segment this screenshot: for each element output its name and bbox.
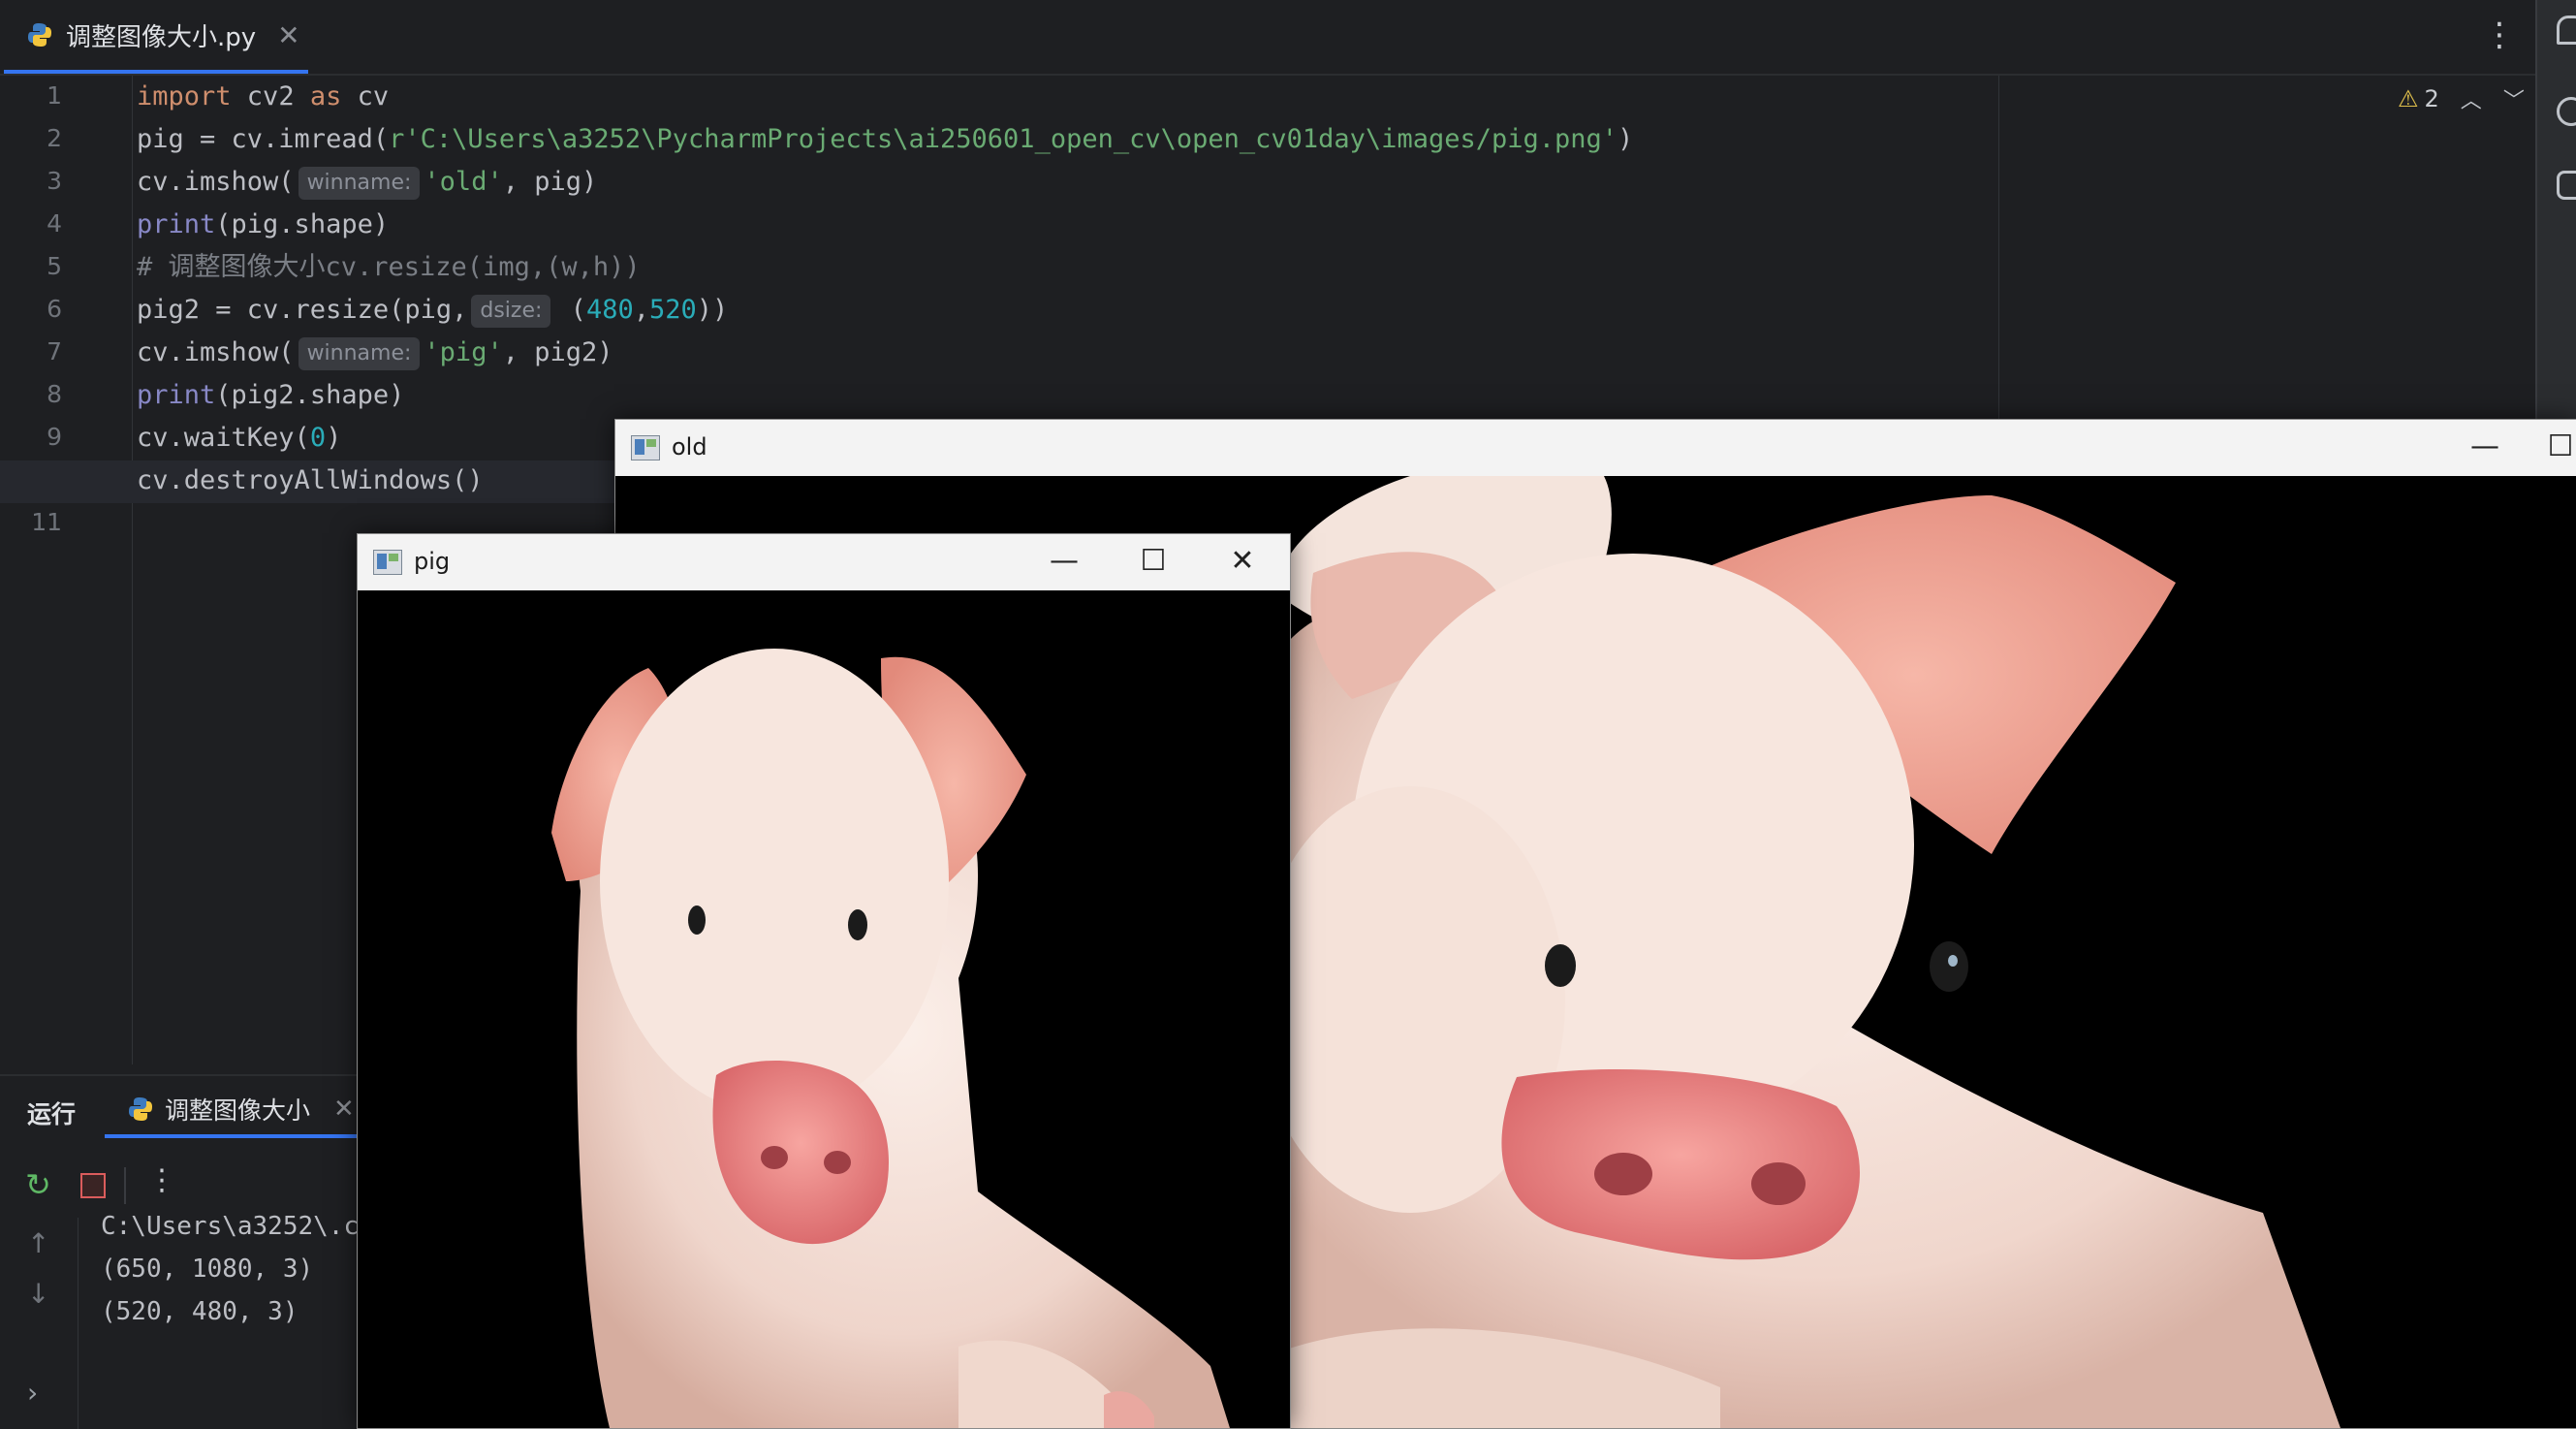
code-line: pig = cv.imread(r'C:\Users\a3252\Pycharm… (137, 124, 1634, 154)
run-toolbar: ↻ ⋮ (0, 1158, 368, 1212)
warning-icon: ⚠ (2398, 85, 2419, 112)
code-line: cv.imshow(winname:'pig', pig2) (137, 332, 613, 374)
maximize-icon[interactable]: ☐ (1137, 546, 1170, 579)
line-number: 2 (47, 124, 62, 152)
line-number: 3 (47, 167, 62, 195)
console-side-toolbar: ↑ ↓ › (0, 1218, 79, 1429)
window-titlebar[interactable]: pig — ☐ ✕ (358, 534, 1290, 590)
run-config-tab[interactable]: 调整图像大小 ✕ (105, 1084, 357, 1138)
code-line: pig2 = cv.resize(pig, dsize: (480,520)) (137, 289, 728, 332)
editor-tab-label: 调整图像大小.py (66, 22, 257, 52)
rerun-icon[interactable]: ↻ (25, 1169, 51, 1200)
close-icon[interactable]: ✕ (1226, 546, 1259, 579)
window-titlebar[interactable]: old — ☐ (615, 420, 2576, 476)
code-line-current: cv.destroyAllWindows() (137, 465, 484, 495)
code-line: print(pig2.shape) (137, 380, 405, 410)
editor-tab-bar: 调整图像大小.py ✕ ⋮ (0, 0, 2576, 76)
toolbar-divider (124, 1167, 126, 1204)
stop-icon[interactable] (80, 1173, 106, 1198)
parameter-hint: winname: (298, 336, 421, 370)
code-line: # 调整图像大小cv.resize(img,(w,h)) (137, 252, 641, 282)
line-number: 9 (47, 423, 62, 451)
line-number: 5 (47, 252, 62, 280)
window-title: old (672, 433, 707, 460)
chevron-down-icon[interactable]: ﹀ (2503, 83, 2525, 114)
opencv-app-icon (373, 550, 402, 575)
line-number: 4 (47, 209, 62, 238)
line-number: 6 (47, 295, 62, 323)
run-tab-label: 调整图像大小 (165, 1096, 311, 1125)
notifications-icon[interactable] (2557, 16, 2576, 45)
minimize-icon[interactable]: — (1048, 546, 1081, 579)
line-number: 8 (47, 380, 62, 408)
console-line: (520, 480, 3) (101, 1297, 298, 1326)
console-line: C:\Users\a3252\.c (101, 1212, 360, 1241)
pig-image (358, 590, 1290, 1428)
code-line: cv.imshow(winname:'old', pig) (137, 161, 597, 204)
window-title: pig (414, 548, 451, 575)
close-icon[interactable]: ✕ (333, 1095, 355, 1124)
run-tool-window: 运行 调整图像大小 ✕ ↻ ⋮ ↑ ↓ › C:\Users\a3252\.c … (0, 1074, 368, 1429)
more-vertical-icon[interactable]: ⋮ (2483, 14, 2516, 56)
line-number: 1 (47, 81, 62, 110)
maximize-icon[interactable]: ☐ (2544, 431, 2576, 464)
console-line: (650, 1080, 3) (101, 1254, 314, 1284)
image-display (358, 590, 1290, 1428)
code-line: import cv2 as cv (137, 81, 390, 111)
editor-tab[interactable]: 调整图像大小.py ✕ (4, 0, 308, 74)
arrow-down-icon[interactable]: ↓ (27, 1278, 49, 1310)
line-number: 7 (47, 337, 62, 365)
run-panel-title: 运行 (27, 1100, 77, 1128)
parameter-hint: dsize: (471, 294, 551, 328)
more-vertical-icon[interactable]: ⋮ (147, 1163, 176, 1197)
inspection-widget[interactable]: ⚠ 2 ︿ ﹀ (2398, 83, 2525, 114)
opencv-window-pig[interactable]: pig — ☐ ✕ (357, 533, 1291, 1429)
python-file-icon (129, 1097, 152, 1121)
opencv-app-icon (631, 435, 660, 460)
line-number-gutter: 1 2 3 4 5 6 7 8 9 10 11 (0, 76, 133, 1064)
arrow-up-icon[interactable]: ↑ (27, 1227, 49, 1259)
ai-assistant-icon[interactable] (2557, 97, 2576, 126)
code-line: print(pig.shape) (137, 209, 390, 239)
database-icon[interactable] (2557, 171, 2576, 200)
line-number: 11 (31, 508, 62, 536)
code-line: cv.waitKey(0) (137, 423, 342, 453)
chevron-up-icon[interactable]: ︿ (2461, 83, 2482, 114)
warning-count: 2 (2424, 85, 2439, 112)
chevron-right-icon[interactable]: › (27, 1377, 38, 1409)
close-icon[interactable]: ✕ (277, 19, 299, 51)
python-file-icon (28, 23, 51, 47)
parameter-hint: winname: (298, 166, 421, 200)
minimize-icon[interactable]: — (2468, 431, 2501, 464)
